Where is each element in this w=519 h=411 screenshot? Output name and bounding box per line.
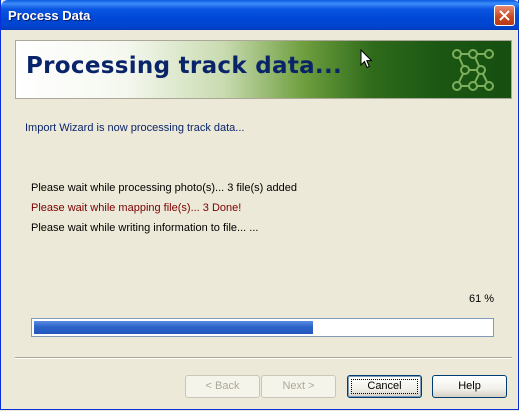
window-title: Process Data — [8, 8, 91, 23]
progress-bar — [31, 318, 494, 337]
status-line-photos: Please wait while processing photo(s)...… — [31, 182, 297, 194]
banner-title: Processing track data... — [26, 53, 343, 79]
wizard-content: Processing track data... Import Wizard i… — [5, 30, 516, 406]
status-line-writing: Please wait while writing information to… — [31, 222, 259, 234]
header-banner: Processing track data... — [15, 40, 512, 99]
close-icon — [499, 10, 510, 21]
focus-ring — [351, 379, 418, 394]
network-nodes-icon — [452, 49, 494, 91]
progress-percent: 61 % — [469, 293, 495, 305]
close-button[interactable] — [494, 5, 515, 26]
progress-fill — [34, 321, 313, 334]
status-line-mapping: Please wait while mapping file(s)... 3 D… — [31, 202, 242, 214]
back-button[interactable]: < Back — [185, 375, 260, 398]
cancel-button[interactable]: Cancel — [347, 375, 422, 398]
process-data-window: Process Data Processing track data... Im… — [0, 0, 519, 410]
next-button[interactable]: Next > — [261, 375, 336, 398]
wizard-subtitle: Import Wizard is now processing track da… — [25, 122, 245, 134]
title-bar[interactable]: Process Data — [1, 0, 519, 30]
help-button[interactable]: Help — [432, 375, 507, 398]
button-separator — [15, 357, 512, 359]
mouse-pointer-icon — [360, 49, 373, 69]
